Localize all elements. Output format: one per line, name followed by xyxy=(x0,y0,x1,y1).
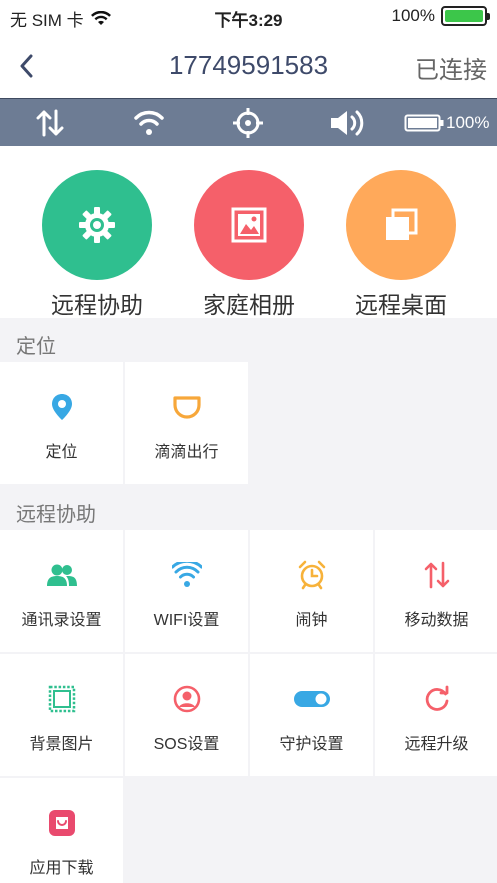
device-battery: 100% xyxy=(404,107,494,139)
tile-label: 滴滴出行 xyxy=(154,444,219,461)
connection-status: 已连接 xyxy=(415,57,487,84)
tile-remote-upgrade[interactable]: 远程升级 xyxy=(375,654,497,776)
device-battery-percent: 100% xyxy=(446,113,490,132)
status-right: 100% xyxy=(391,6,490,26)
gear-icon xyxy=(79,207,115,243)
tile-guard-settings[interactable]: 守护设置 xyxy=(250,654,373,776)
tile-label: 远程升级 xyxy=(404,736,469,753)
toggle-icon xyxy=(250,684,373,714)
device-battery-icon xyxy=(404,114,444,132)
wifi-icon xyxy=(131,107,167,139)
tile-didi[interactable]: 滴滴出行 xyxy=(125,362,248,484)
remote-desktop-circle[interactable] xyxy=(346,170,456,280)
tile-label: 守护设置 xyxy=(279,736,344,753)
alarm-icon xyxy=(250,560,373,590)
battery-percent: 100% xyxy=(391,6,435,25)
status-bar: 无 SIM 卡 下午3:29 100% xyxy=(0,0,497,34)
nav-bar: 17749591583 已连接 xyxy=(0,34,497,98)
picture-icon xyxy=(231,207,267,243)
gps-target-icon xyxy=(230,107,266,139)
device-status-bar: 100% xyxy=(0,98,497,146)
tile-label: WIFI设置 xyxy=(153,612,220,629)
tile-label: 应用下载 xyxy=(29,860,94,877)
quick-remote-assist[interactable]: 远程协助 xyxy=(27,170,167,320)
sos-icon xyxy=(125,684,248,714)
tile-label: 定位 xyxy=(45,444,78,461)
tile-label: 背景图片 xyxy=(29,736,94,753)
volume-icon xyxy=(326,107,370,139)
tile-sos-settings[interactable]: SOS设置 xyxy=(125,654,248,776)
tile-label: 通讯录设置 xyxy=(21,612,102,629)
data-transfer-icon xyxy=(32,107,68,139)
battery-icon xyxy=(441,6,490,26)
family-album-circle[interactable] xyxy=(194,170,304,280)
quick-actions: 远程协助 家庭相册 远程桌面 xyxy=(0,146,497,318)
tile-label: 闹钟 xyxy=(295,612,328,629)
quick-remote-desktop[interactable]: 远程桌面 xyxy=(331,170,471,320)
tile-location[interactable]: 定位 xyxy=(0,362,123,484)
tile-app-download[interactable]: 应用下载 xyxy=(0,778,123,883)
tile-label: SOS设置 xyxy=(153,736,220,753)
app-store-icon xyxy=(0,808,123,838)
mobile-data-icon xyxy=(375,560,497,590)
didi-icon xyxy=(125,392,248,422)
tile-wallpaper[interactable]: 背景图片 xyxy=(0,654,123,776)
location-pin-icon xyxy=(0,392,123,422)
tile-label: 移动数据 xyxy=(404,612,469,629)
windows-icon xyxy=(386,208,418,240)
section-title-remote: 远程协助 xyxy=(16,504,96,526)
tile-mobile-data[interactable]: 移动数据 xyxy=(375,530,497,652)
remote-assist-circle[interactable] xyxy=(42,170,152,280)
tile-wifi-settings[interactable]: WIFI设置 xyxy=(125,530,248,652)
quick-label: 家庭相册 xyxy=(203,292,295,318)
quick-label: 远程协助 xyxy=(51,292,143,318)
section-title-location: 定位 xyxy=(16,336,56,358)
contacts-icon xyxy=(0,560,123,590)
wallpaper-icon xyxy=(0,684,123,714)
quick-label: 远程桌面 xyxy=(355,292,447,318)
quick-family-album[interactable]: 家庭相册 xyxy=(179,170,319,320)
tile-alarm[interactable]: 闹钟 xyxy=(250,530,373,652)
wifi-settings-icon xyxy=(125,560,248,590)
refresh-icon xyxy=(375,684,497,714)
tile-contacts-settings[interactable]: 通讯录设置 xyxy=(0,530,123,652)
